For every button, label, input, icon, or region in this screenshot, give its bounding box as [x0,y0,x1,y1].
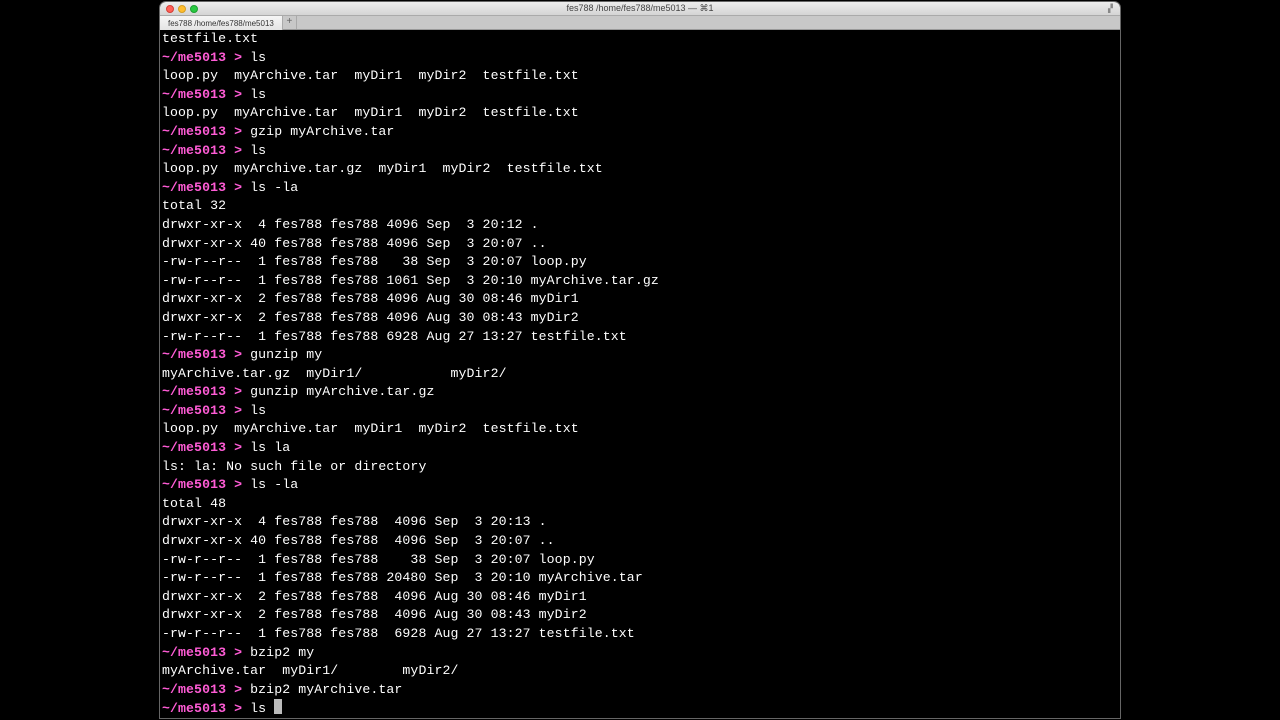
window-corner-icon: ▞ [1108,4,1118,14]
terminal-output-line: total 48 [162,495,1118,514]
command-text: ls [250,50,266,65]
terminal-output-line: drwxr-xr-x 40 fes788 fes788 4096 Sep 3 2… [162,532,1118,551]
command-text: ls la [250,440,290,455]
terminal-window: fes788 /home/fes788/me5013 — ⌘1 ▞ fes788… [160,2,1120,718]
tab-active[interactable]: fes788 /home/fes788/me5013 [160,16,283,30]
terminal-output-line: -rw-r--r-- 1 fes788 fes788 20480 Sep 3 2… [162,569,1118,588]
command-text: ls [250,403,266,418]
titlebar: fes788 /home/fes788/me5013 — ⌘1 ▞ [160,2,1120,16]
prompt-text: ~/me5013 > [162,477,250,492]
terminal-prompt-line: ~/me5013 > bzip2 my [162,644,1118,663]
terminal-output-line: myArchive.tar myDir1/ myDir2/ [162,662,1118,681]
tab-label: fes788 /home/fes788/me5013 [168,19,274,28]
terminal-output-line: drwxr-xr-x 4 fes788 fes788 4096 Sep 3 20… [162,216,1118,235]
terminal-prompt-line: ~/me5013 > ls [162,699,1118,718]
terminal-output-line: myArchive.tar.gz myDir1/ myDir2/ [162,365,1118,384]
prompt-text: ~/me5013 > [162,87,250,102]
terminal-prompt-line: ~/me5013 > ls [162,402,1118,421]
terminal-output-line: drwxr-xr-x 2 fes788 fes788 4096 Aug 30 0… [162,606,1118,625]
command-text: ls [250,701,274,716]
terminal-output-line: loop.py myArchive.tar myDir1 myDir2 test… [162,67,1118,86]
prompt-text: ~/me5013 > [162,384,250,399]
command-text: gzip myArchive.tar [250,124,394,139]
command-text: ls [250,143,266,158]
prompt-text: ~/me5013 > [162,143,250,158]
terminal-output-line: -rw-r--r-- 1 fes788 fes788 38 Sep 3 20:0… [162,253,1118,272]
terminal-output-line: loop.py myArchive.tar.gz myDir1 myDir2 t… [162,160,1118,179]
command-text: ls -la [250,477,298,492]
terminal-output-line: -rw-r--r-- 1 fes788 fes788 6928 Aug 27 1… [162,328,1118,347]
window-title: fes788 /home/fes788/me5013 — ⌘1 [160,3,1120,14]
terminal-prompt-line: ~/me5013 > ls [162,142,1118,161]
terminal-output-line: -rw-r--r-- 1 fes788 fes788 6928 Aug 27 1… [162,625,1118,644]
terminal-prompt-line: ~/me5013 > bzip2 myArchive.tar [162,681,1118,700]
terminal-output-line: testfile.txt [162,30,1118,49]
terminal-prompt-line: ~/me5013 > gunzip my [162,346,1118,365]
terminal-prompt-line: ~/me5013 > ls [162,49,1118,68]
command-text: bzip2 myArchive.tar [250,682,402,697]
command-text: gunzip my [250,347,322,362]
terminal-output-line: ls: la: No such file or directory [162,458,1118,477]
terminal-prompt-line: ~/me5013 > ls -la [162,179,1118,198]
tab-bar: fes788 /home/fes788/me5013 + [160,16,1120,30]
add-tab-button[interactable]: + [283,16,297,29]
command-text: ls -la [250,180,298,195]
prompt-text: ~/me5013 > [162,645,250,660]
terminal-output-line: total 32 [162,197,1118,216]
terminal-output-line: loop.py myArchive.tar myDir1 myDir2 test… [162,104,1118,123]
command-text: gunzip myArchive.tar.gz [250,384,434,399]
terminal-output-line: -rw-r--r-- 1 fes788 fes788 1061 Sep 3 20… [162,272,1118,291]
terminal-output-line: drwxr-xr-x 40 fes788 fes788 4096 Sep 3 2… [162,235,1118,254]
prompt-text: ~/me5013 > [162,440,250,455]
prompt-text: ~/me5013 > [162,180,250,195]
terminal-output-line: drwxr-xr-x 4 fes788 fes788 4096 Sep 3 20… [162,513,1118,532]
terminal-output-line: drwxr-xr-x 2 fes788 fes788 4096 Aug 30 0… [162,290,1118,309]
prompt-text: ~/me5013 > [162,50,250,65]
terminal-prompt-line: ~/me5013 > ls -la [162,476,1118,495]
terminal-output-line: loop.py myArchive.tar myDir1 myDir2 test… [162,420,1118,439]
command-text: ls [250,87,266,102]
prompt-text: ~/me5013 > [162,124,250,139]
terminal-body[interactable]: testfile.txt~/me5013 > lsloop.py myArchi… [160,30,1120,718]
terminal-output-line: drwxr-xr-x 2 fes788 fes788 4096 Aug 30 0… [162,588,1118,607]
prompt-text: ~/me5013 > [162,403,250,418]
terminal-output-line: drwxr-xr-x 2 fes788 fes788 4096 Aug 30 0… [162,309,1118,328]
prompt-text: ~/me5013 > [162,682,250,697]
cursor-icon [274,699,282,714]
terminal-prompt-line: ~/me5013 > gzip myArchive.tar [162,123,1118,142]
command-text: bzip2 my [250,645,314,660]
terminal-prompt-line: ~/me5013 > ls [162,86,1118,105]
terminal-output-line: -rw-r--r-- 1 fes788 fes788 38 Sep 3 20:0… [162,551,1118,570]
terminal-prompt-line: ~/me5013 > gunzip myArchive.tar.gz [162,383,1118,402]
terminal-prompt-line: ~/me5013 > ls la [162,439,1118,458]
prompt-text: ~/me5013 > [162,701,250,716]
prompt-text: ~/me5013 > [162,347,250,362]
